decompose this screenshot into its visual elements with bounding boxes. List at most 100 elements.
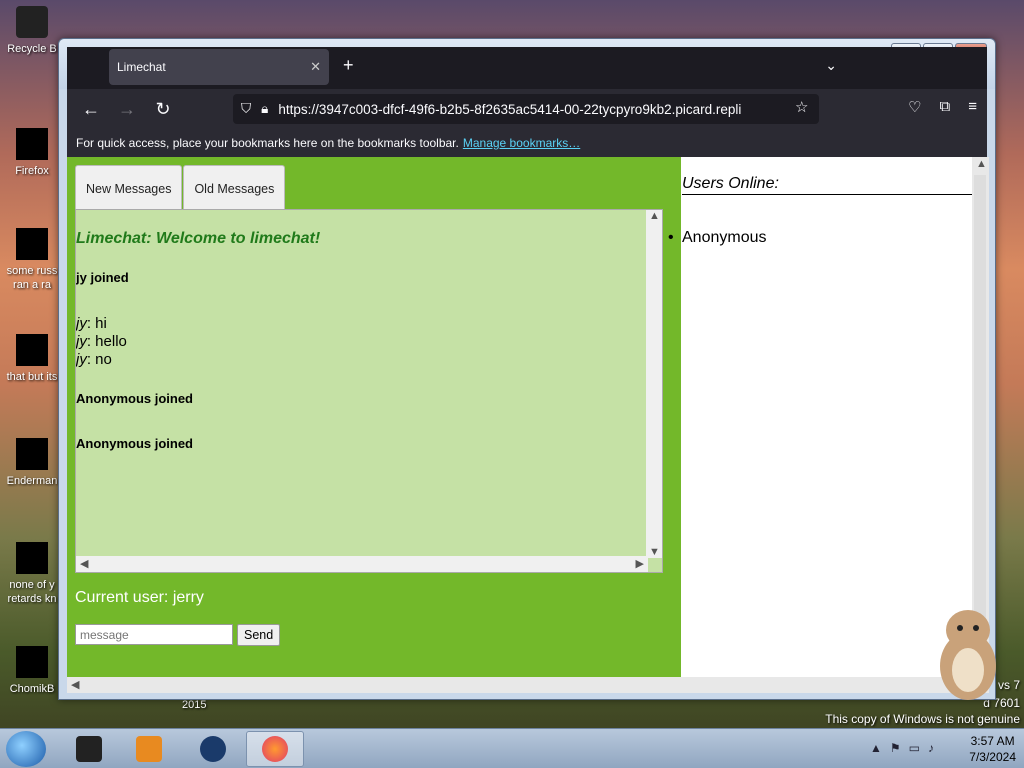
firefox-icon <box>16 128 48 160</box>
scrollbar-thumb[interactable] <box>974 175 986 659</box>
users-panel: Users Online: • Anonymous <box>668 157 972 677</box>
message-log-vertical-scrollbar[interactable]: ▲ ▼ <box>646 210 662 558</box>
back-button[interactable]: ← <box>73 99 109 120</box>
desktop-icon-file[interactable]: none of y retards kn <box>0 542 64 606</box>
chat-message: jy: hello <box>76 333 648 351</box>
scroll-down-icon[interactable]: ▼ <box>649 546 660 558</box>
desktop-icon-file[interactable]: ChomikB <box>0 646 64 696</box>
toolbar-right: ♡ ⧉ ≡ <box>908 98 977 116</box>
desktop-icon-label: Recycle B <box>7 43 57 55</box>
scroll-up-icon[interactable]: ▲ <box>649 210 660 222</box>
url-scheme: https:// <box>278 101 319 117</box>
scroll-left-icon[interactable]: ◀ <box>71 678 79 691</box>
file-icon <box>16 334 48 366</box>
file-icon <box>16 542 48 574</box>
desktop-icon-label: ChomikB <box>9 683 55 695</box>
shield-icon[interactable]: ⛉ <box>241 101 251 117</box>
close-tab-icon[interactable]: ✕ <box>310 59 321 75</box>
clock-date: 7/3/2024 <box>969 750 1016 764</box>
desktop-icon-label: none of y <box>9 579 55 591</box>
taskbar-app[interactable] <box>184 731 242 767</box>
extensions-icon[interactable]: ⧉ <box>940 98 951 116</box>
hamster-mascot-icon <box>940 610 996 700</box>
desktop-icon-file[interactable]: Enderman <box>0 438 64 488</box>
join-event: Anonymous joined <box>76 391 193 406</box>
tab-limechat[interactable]: Limechat ✕ <box>109 49 329 85</box>
desktop-icon-label: ran a ra <box>13 279 51 291</box>
desktop-icon-label: Firefox <box>15 165 49 177</box>
desktop-icon-recycle-bin[interactable]: Recycle B <box>0 6 64 56</box>
message-log-horizontal-scrollbar[interactable]: ◀ ▶ <box>76 556 648 572</box>
clock[interactable]: 3:57 AM 7/3/2024 <box>969 733 1016 765</box>
new-tab-button[interactable]: + <box>343 55 354 76</box>
bookmarks-hint: For quick access, place your bookmarks h… <box>76 136 459 150</box>
volume-icon[interactable]: ♪ <box>928 741 934 755</box>
chat-message: jy: no <box>76 351 648 369</box>
message-user: jy <box>76 333 87 350</box>
file-icon <box>16 646 48 678</box>
file-icon <box>16 438 48 470</box>
desktop-icon-firefox[interactable]: Firefox <box>0 128 64 178</box>
globe-icon <box>200 736 226 762</box>
page-vertical-scrollbar[interactable]: ▲ <box>972 157 989 677</box>
page-content: New Messages Old Messages Limechat: Welc… <box>67 157 989 677</box>
message-log[interactable]: Limechat: Welcome to limechat! jy joined… <box>75 209 663 573</box>
users-list: • Anonymous <box>668 229 767 247</box>
media-player-icon <box>136 736 162 762</box>
send-button[interactable]: Send <box>237 624 281 646</box>
display-icon[interactable]: ▭ <box>909 741 920 755</box>
taskbar: ▲ ⚑ ▭ ♪ 3:57 AM 7/3/2024 <box>0 728 1024 768</box>
show-hidden-icons-icon[interactable]: ▲ <box>870 741 882 755</box>
taskbar-media-player[interactable] <box>120 731 178 767</box>
taskbar-app[interactable] <box>60 731 118 767</box>
bullet-icon: • <box>668 229 674 246</box>
scroll-left-icon[interactable]: ◀ <box>80 557 88 570</box>
action-center-icon[interactable]: ⚑ <box>890 741 901 755</box>
tab-new-messages[interactable]: New Messages <box>75 165 183 211</box>
url-bar[interactable]: ⛉ 🔒︎ https://3947c003-dfcf-49f6-b2b5-8f2… <box>233 94 819 124</box>
join-event: jy joined <box>76 270 129 285</box>
bookmarks-toolbar: For quick access, place your bookmarks h… <box>67 129 987 157</box>
message-user: jy <box>76 315 87 332</box>
manage-bookmarks-link[interactable]: Manage bookmarks… <box>463 136 580 150</box>
message-log-content: Limechat: Welcome to limechat! jy joined… <box>76 210 648 558</box>
current-user-label: Current user: jerry <box>75 589 204 606</box>
desktop-icon-file[interactable]: some russ ran a ra <box>0 228 64 292</box>
message-text: : hi <box>86 315 107 332</box>
list-item: • Anonymous <box>668 229 767 247</box>
taskbar-firefox[interactable] <box>246 731 304 767</box>
users-online-heading: Users Online: <box>682 175 972 195</box>
clock-time: 3:57 AM <box>970 734 1015 748</box>
tab-bar: Limechat ✕ + ⌄ <box>67 47 987 89</box>
browser-window: — ▭ ✕ Limechat ✕ + ⌄ ← → ↻ ⛉ 🔒︎ https://… <box>58 38 996 700</box>
user-name: Anonymous <box>682 229 767 246</box>
message-text: : hello <box>86 333 127 350</box>
pocket-icon[interactable]: ♡ <box>908 98 921 116</box>
menu-icon[interactable]: ≡ <box>968 98 977 116</box>
forward-button[interactable]: → <box>109 99 145 120</box>
message-input[interactable] <box>75 624 233 645</box>
start-button[interactable] <box>6 731 46 767</box>
desktop-icon-label: that but its <box>6 371 58 383</box>
reload-button[interactable]: ↻ <box>145 99 181 120</box>
url-host: 3947c003-dfcf-49f6-b2b5-8f2635ac5414-00-… <box>318 101 742 117</box>
desktop-icon-label: retards kn <box>7 593 57 605</box>
chat-tabs: New Messages Old Messages <box>75 165 286 211</box>
list-all-tabs-button[interactable]: ⌄ <box>825 57 837 74</box>
desktop-year-text: 2015 <box>182 699 207 711</box>
firefox-icon <box>262 736 288 762</box>
desktop-icon-file[interactable]: that but its <box>0 334 64 384</box>
bookmark-star-icon[interactable]: ☆ <box>795 98 808 116</box>
lock-icon[interactable]: 🔒︎ <box>261 101 268 117</box>
app-icon <box>76 736 102 762</box>
tab-old-messages[interactable]: Old Messages <box>183 165 286 211</box>
message-user: jy <box>76 351 87 368</box>
tab-title: Limechat <box>117 60 166 74</box>
join-event: Anonymous joined <box>76 436 193 451</box>
scroll-right-icon[interactable]: ▶ <box>636 557 644 570</box>
scroll-up-icon[interactable]: ▲ <box>976 158 987 170</box>
navigation-toolbar: ← → ↻ ⛉ 🔒︎ https://3947c003-dfcf-49f6-b2… <box>67 89 987 129</box>
chat-panel: New Messages Old Messages Limechat: Welc… <box>67 157 681 677</box>
file-icon <box>16 228 48 260</box>
page-horizontal-scrollbar[interactable]: ◀ <box>67 677 989 693</box>
